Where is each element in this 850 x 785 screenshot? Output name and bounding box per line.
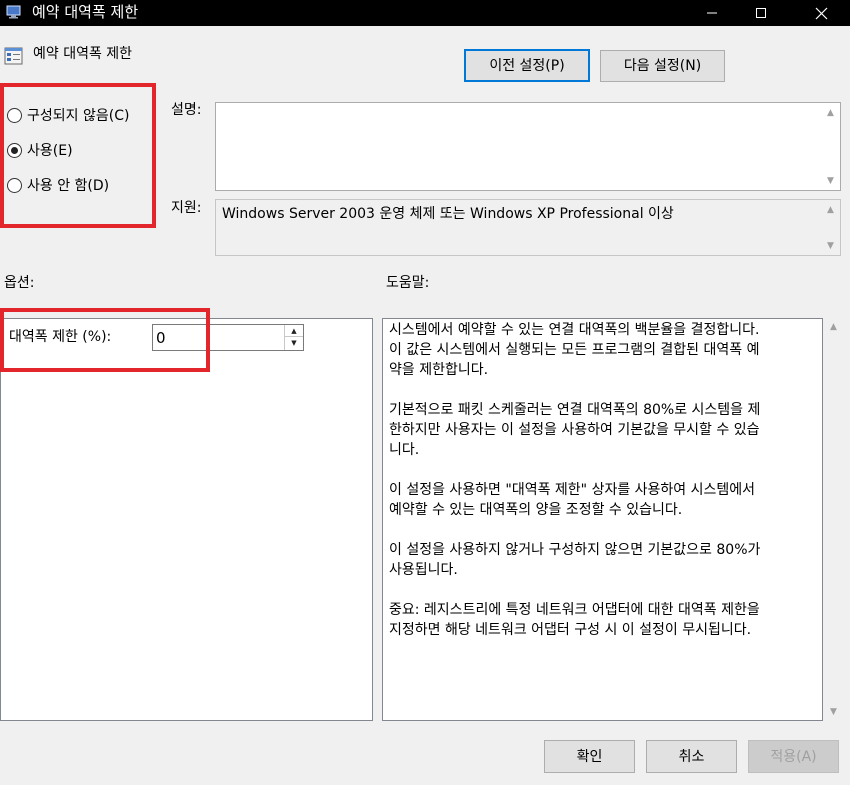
supported-scrollbar[interactable]: ▲ ▼	[822, 201, 839, 254]
comment-textarea[interactable]: ▲ ▼	[215, 102, 841, 191]
radio-not-configured[interactable]: 구성되지 않음(C)	[7, 104, 129, 126]
help-text: 시스템에서 예약할 수 있는 연결 대역폭의 백분율을 결정합니다. 이 값은 …	[389, 320, 821, 640]
help-spacer	[389, 580, 821, 600]
radio-selected-icon	[7, 142, 22, 158]
scroll-down-icon[interactable]: ▼	[822, 237, 839, 254]
scroll-up-icon[interactable]: ▲	[822, 201, 839, 218]
help-spacer	[389, 520, 821, 540]
spin-down-icon[interactable]: ▼	[285, 337, 303, 349]
title-bar: 예약 대역폭 제한	[0, 0, 850, 26]
help-paragraph: 이 설정을 사용하지 않거나 구성하지 않으면 기본값으로 80%가 사용됩니다…	[389, 542, 761, 578]
policy-window-icon	[6, 5, 21, 19]
minimize-icon	[707, 12, 717, 14]
cancel-button[interactable]: 취소	[646, 740, 737, 773]
supported-on-value: Windows Server 2003 운영 체제 또는 Windows XP …	[222, 206, 674, 222]
policy-setting-icon	[4, 47, 23, 65]
bandwidth-limit-spinbox[interactable]: 0 ▲ ▼	[152, 324, 304, 351]
bandwidth-limit-label: 대역폭 제한 (%):	[9, 329, 112, 345]
next-setting-button[interactable]: 다음 설정(N)	[600, 50, 725, 82]
minimize-button[interactable]	[689, 0, 735, 26]
maximize-button[interactable]	[738, 0, 784, 26]
close-icon	[815, 7, 827, 19]
maximize-icon	[756, 8, 766, 18]
options-label: 옵션:	[4, 275, 35, 291]
radio-circle-icon	[7, 177, 22, 193]
help-paragraph: 이 설정을 사용하면 "대역폭 제한" 상자를 사용하여 시스템에서 예약할 수…	[389, 482, 756, 518]
help-spacer	[389, 380, 821, 400]
radio-disabled[interactable]: 사용 안 함(D)	[7, 174, 109, 196]
help-paragraph: 시스템에서 예약할 수 있는 연결 대역폭의 백분율을 결정합니다. 이 값은 …	[389, 322, 760, 378]
previous-setting-button[interactable]: 이전 설정(P)	[464, 49, 590, 82]
window-title: 예약 대역폭 제한	[32, 3, 139, 21]
radio-enabled[interactable]: 사용(E)	[7, 139, 73, 161]
help-paragraph: 중요: 레지스트리에 특정 네트워크 어댑터에 대한 대역폭 제한을 지정하면 …	[389, 602, 760, 638]
ok-button[interactable]: 확인	[544, 740, 635, 773]
scroll-down-icon[interactable]: ▼	[825, 703, 842, 720]
help-scrollbar[interactable]: ▲ ▼	[825, 318, 842, 720]
radio-label-disabled: 사용 안 함(D)	[27, 178, 110, 194]
help-spacer	[389, 460, 821, 480]
radio-label-not-configured: 구성되지 않음(C)	[27, 108, 130, 124]
spin-up-icon[interactable]: ▲	[285, 325, 303, 337]
scroll-up-icon[interactable]: ▲	[822, 104, 839, 121]
close-button[interactable]	[798, 0, 844, 26]
radio-circle-icon	[7, 107, 22, 123]
help-paragraph: 기본적으로 패킷 스케줄러는 연결 대역폭의 80%로 시스템을 제 한하지만 …	[389, 402, 761, 458]
apply-button[interactable]: 적용(A)	[748, 740, 839, 773]
options-panel	[0, 318, 373, 721]
radio-label-enabled: 사용(E)	[27, 143, 73, 159]
setting-title: 예약 대역폭 제한	[33, 46, 133, 62]
scroll-up-icon[interactable]: ▲	[825, 318, 842, 335]
supported-on-label: 지원:	[171, 200, 202, 216]
comment-scrollbar[interactable]: ▲ ▼	[822, 104, 839, 189]
bandwidth-limit-value[interactable]: 0	[156, 329, 166, 347]
scroll-down-icon[interactable]: ▼	[822, 172, 839, 189]
help-label: 도움말:	[386, 275, 430, 291]
comment-label: 설명:	[171, 102, 202, 118]
